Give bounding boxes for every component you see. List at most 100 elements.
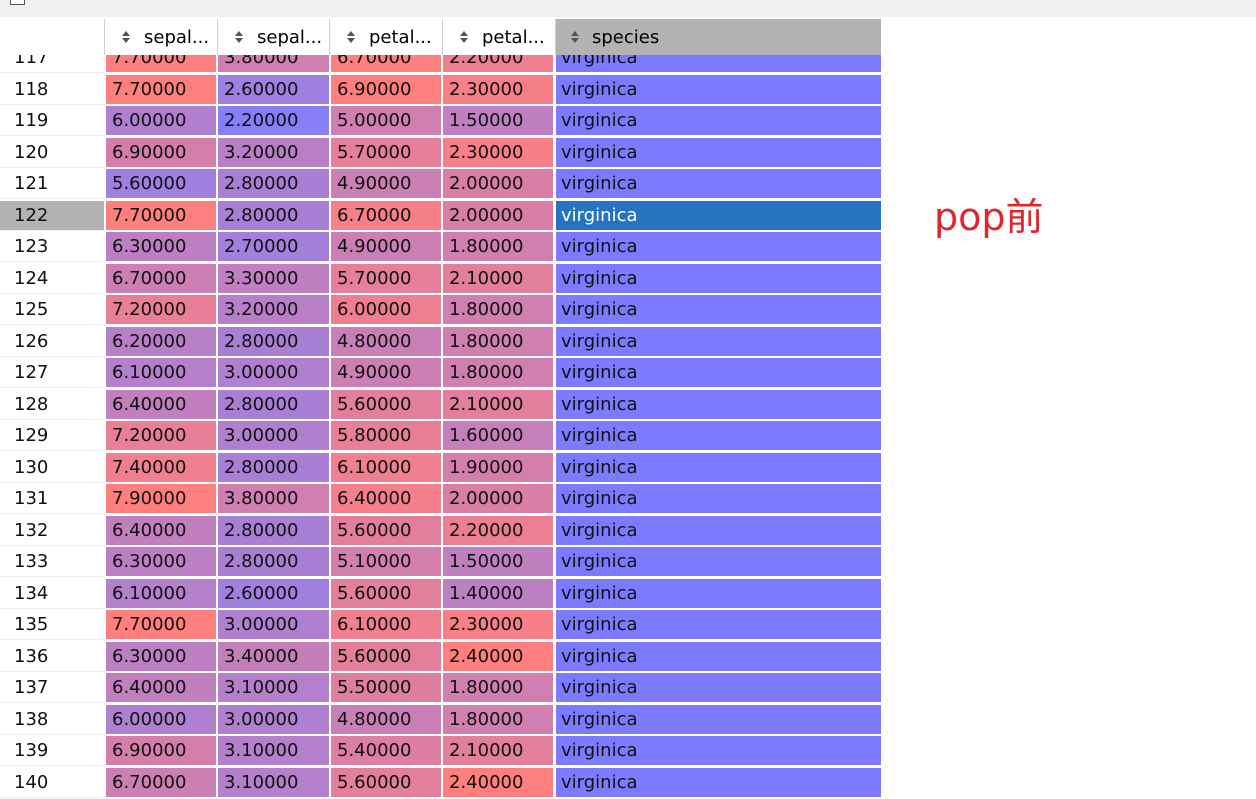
table-row[interactable]: 135 7.70000 3.00000 6.10000 2.30000 virginica — [0, 610, 881, 642]
table-row[interactable]: 127 6.10000 3.00000 4.90000 1.80000 virginica — [0, 358, 881, 390]
cell-petal-length[interactable]: 5.50000 — [331, 673, 441, 703]
cell-petal-width[interactable]: 2.20000 — [443, 515, 553, 546]
cell-species[interactable]: virginica — [556, 736, 881, 766]
cell-sepal-length[interactable]: 6.90000 — [106, 736, 216, 766]
table-row[interactable]: 120 6.90000 3.20000 5.70000 2.30000 virginica — [0, 137, 881, 170]
cell-petal-length[interactable]: 4.80000 — [331, 326, 441, 357]
cell-petal-width[interactable]: 1.50000 — [443, 547, 553, 577]
cell-petal-length[interactable]: 6.10000 — [331, 610, 441, 640]
cell-petal-width[interactable]: 2.10000 — [443, 736, 553, 766]
cell-sepal-length[interactable]: 7.20000 — [106, 295, 216, 325]
table-row[interactable]: 138 6.00000 3.00000 4.80000 1.80000 virginica — [0, 704, 881, 737]
cell-sepal-width[interactable]: 3.80000 — [218, 484, 329, 514]
cell-species[interactable]: virginica — [556, 421, 881, 451]
table-row[interactable]: 118 7.70000 2.60000 6.90000 2.30000 virginica — [0, 74, 881, 107]
cell-sepal-length[interactable]: 6.90000 — [106, 137, 216, 168]
cell-sepal-length[interactable]: 6.10000 — [106, 578, 216, 609]
cell-sepal-length[interactable]: 5.60000 — [106, 169, 216, 199]
row-index[interactable]: 133 — [0, 547, 104, 577]
cell-petal-length[interactable]: 6.00000 — [331, 295, 441, 325]
cell-petal-width[interactable]: 2.40000 — [443, 641, 553, 672]
column-header-sepal-length[interactable]: sepal... — [105, 19, 218, 55]
cell-petal-width[interactable]: 2.10000 — [443, 389, 553, 420]
cell-species[interactable]: virginica — [556, 326, 881, 357]
row-index[interactable]: 137 — [0, 673, 104, 703]
cell-petal-width[interactable]: 1.90000 — [443, 452, 553, 483]
cell-petal-width[interactable]: 1.80000 — [443, 295, 553, 325]
row-index[interactable]: 125 — [0, 295, 104, 325]
cell-petal-width[interactable]: 2.30000 — [443, 74, 553, 105]
cell-sepal-width[interactable]: 2.60000 — [218, 578, 329, 609]
cell-sepal-length[interactable]: 6.40000 — [106, 673, 216, 703]
cell-petal-width[interactable]: 1.80000 — [443, 358, 553, 388]
row-index[interactable]: 134 — [0, 578, 104, 609]
row-index[interactable]: 118 — [0, 74, 104, 105]
cell-sepal-width[interactable]: 2.80000 — [218, 169, 329, 199]
cell-petal-width[interactable]: 1.80000 — [443, 232, 553, 262]
cell-sepal-width[interactable]: 3.10000 — [218, 736, 329, 766]
cell-sepal-length[interactable]: 6.40000 — [106, 515, 216, 546]
cell-sepal-length[interactable]: 6.30000 — [106, 232, 216, 262]
cell-sepal-length[interactable]: 7.70000 — [106, 200, 216, 231]
table-row[interactable]: 140 6.70000 3.10000 5.60000 2.40000 virginica — [0, 767, 881, 799]
cell-sepal-length[interactable]: 7.20000 — [106, 421, 216, 451]
cell-species[interactable]: virginica — [556, 610, 881, 640]
cell-species[interactable]: virginica — [556, 169, 881, 199]
cell-sepal-width[interactable]: 3.30000 — [218, 263, 329, 294]
sort-icon[interactable] — [570, 29, 580, 45]
cell-petal-length[interactable]: 4.80000 — [331, 704, 441, 735]
cell-species[interactable]: virginica — [556, 106, 881, 136]
cell-sepal-length[interactable]: 6.40000 — [106, 389, 216, 420]
cell-sepal-width[interactable]: 3.10000 — [218, 673, 329, 703]
table-row[interactable]: 128 6.40000 2.80000 5.60000 2.10000 virginica — [0, 389, 881, 422]
cell-sepal-length[interactable]: 7.90000 — [106, 484, 216, 514]
cell-sepal-width[interactable]: 3.00000 — [218, 358, 329, 388]
cell-sepal-width[interactable]: 2.80000 — [218, 389, 329, 420]
cell-petal-length[interactable]: 5.00000 — [331, 106, 441, 136]
cell-species[interactable]: virginica — [556, 74, 881, 105]
row-index[interactable]: 131 — [0, 484, 104, 514]
cell-petal-length[interactable]: 5.40000 — [331, 736, 441, 766]
table-row[interactable]: 137 6.40000 3.10000 5.50000 1.80000 virginica — [0, 673, 881, 705]
table-row[interactable]: 121 5.60000 2.80000 4.90000 2.00000 virginica — [0, 169, 881, 201]
cell-petal-width[interactable]: 1.40000 — [443, 578, 553, 609]
row-index[interactable]: 128 — [0, 389, 104, 420]
cell-sepal-length[interactable]: 6.00000 — [106, 704, 216, 735]
cell-species[interactable]: virginica — [556, 200, 881, 231]
sort-icon[interactable] — [346, 29, 356, 45]
cell-petal-width[interactable]: 2.30000 — [443, 137, 553, 168]
table-row[interactable]: 123 6.30000 2.70000 4.90000 1.80000 virginica — [0, 232, 881, 264]
row-index[interactable]: 130 — [0, 452, 104, 483]
cell-petal-length[interactable]: 5.60000 — [331, 767, 441, 798]
cell-sepal-length[interactable]: 7.70000 — [106, 610, 216, 640]
column-header-species[interactable]: species — [556, 19, 881, 55]
cell-sepal-width[interactable]: 2.20000 — [218, 106, 329, 136]
cell-petal-width[interactable]: 2.30000 — [443, 610, 553, 640]
cell-sepal-width[interactable]: 3.00000 — [218, 610, 329, 640]
cell-species[interactable]: virginica — [556, 263, 881, 294]
row-index[interactable]: 124 — [0, 263, 104, 294]
cell-petal-width[interactable]: 2.40000 — [443, 767, 553, 798]
row-index[interactable]: 132 — [0, 515, 104, 546]
row-index[interactable]: 135 — [0, 610, 104, 640]
table-row[interactable]: 126 6.20000 2.80000 4.80000 1.80000 virginica — [0, 326, 881, 359]
cell-species[interactable]: virginica — [556, 704, 881, 735]
table-row[interactable]: 124 6.70000 3.30000 5.70000 2.10000 virginica — [0, 263, 881, 296]
table-row[interactable]: 134 6.10000 2.60000 5.60000 1.40000 virginica — [0, 578, 881, 611]
cell-petal-length[interactable]: 6.10000 — [331, 452, 441, 483]
cell-species[interactable]: virginica — [556, 547, 881, 577]
cell-sepal-length[interactable]: 7.70000 — [106, 74, 216, 105]
row-index[interactable]: 136 — [0, 641, 104, 672]
cell-sepal-width[interactable]: 2.80000 — [218, 200, 329, 231]
row-index[interactable]: 119 — [0, 106, 104, 136]
cell-petal-width[interactable]: 1.80000 — [443, 673, 553, 703]
cell-petal-length[interactable]: 5.70000 — [331, 137, 441, 168]
cell-sepal-length[interactable]: 6.70000 — [106, 767, 216, 798]
cell-petal-width[interactable]: 2.00000 — [443, 200, 553, 231]
cell-petal-length[interactable]: 5.70000 — [331, 263, 441, 294]
cell-species[interactable]: virginica — [556, 515, 881, 546]
cell-sepal-width[interactable]: 2.80000 — [218, 515, 329, 546]
cell-petal-width[interactable]: 1.50000 — [443, 106, 553, 136]
cell-petal-length[interactable]: 5.60000 — [331, 641, 441, 672]
cell-sepal-length[interactable]: 6.00000 — [106, 106, 216, 136]
